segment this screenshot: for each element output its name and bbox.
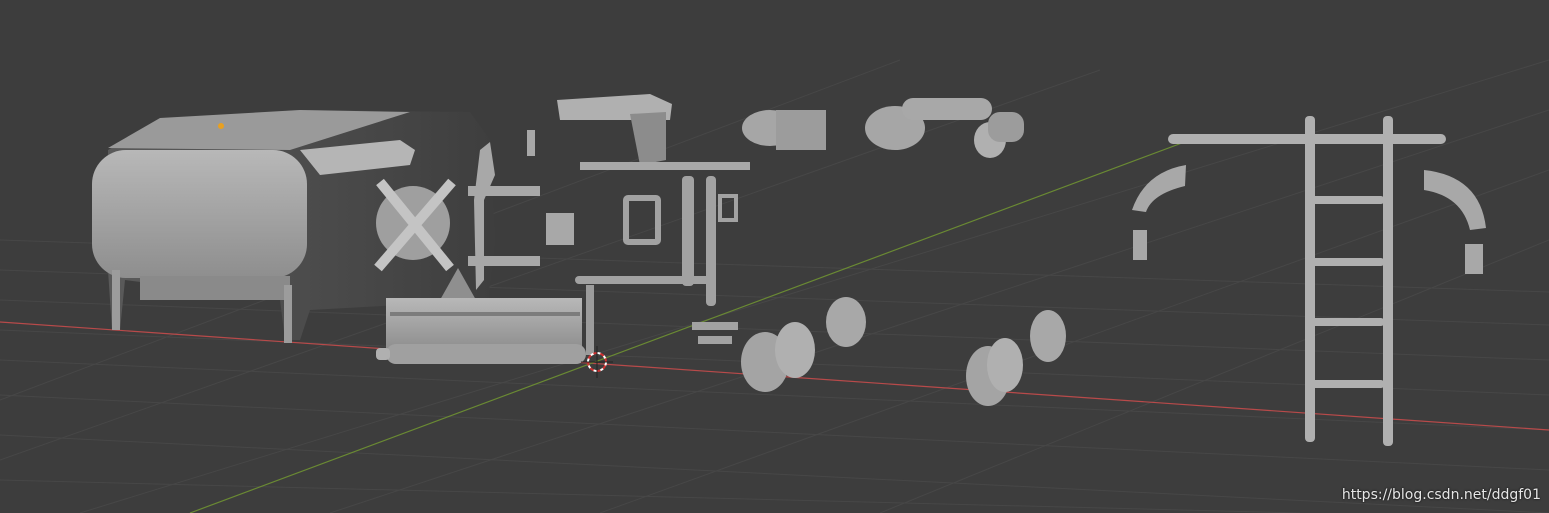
motor-part[interactable] bbox=[557, 94, 750, 170]
fender-left[interactable] bbox=[1132, 165, 1186, 260]
3d-viewport[interactable]: https://blog.csdn.net/ddgf01 bbox=[0, 0, 1549, 513]
cylinder-assembly[interactable] bbox=[742, 98, 1024, 158]
viewport-scene[interactable] bbox=[0, 0, 1549, 513]
watermark-text: https://blog.csdn.net/ddgf01 bbox=[1341, 487, 1541, 503]
fender-right[interactable] bbox=[1424, 170, 1486, 274]
cab-panel[interactable] bbox=[468, 130, 574, 290]
wheel-set-rear[interactable] bbox=[966, 310, 1066, 406]
3d-cursor-icon[interactable] bbox=[581, 346, 613, 378]
origin-dot bbox=[218, 123, 224, 129]
